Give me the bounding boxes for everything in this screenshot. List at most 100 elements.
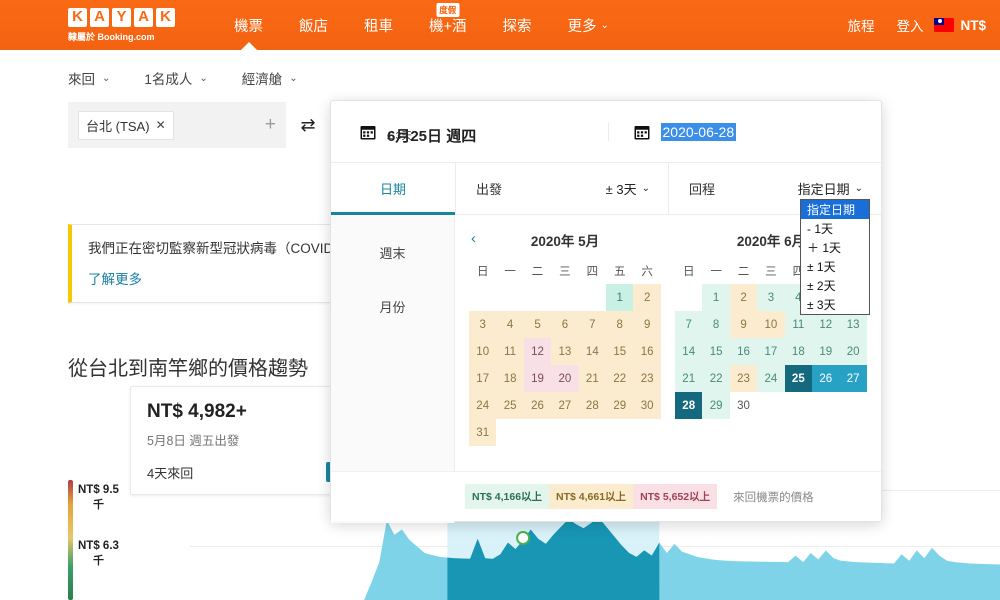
swap-button[interactable]: ⇄	[286, 102, 330, 148]
fuzzy-option-pm1[interactable]: ± 1天	[801, 257, 869, 276]
calendar-day-23[interactable]: 23	[633, 365, 661, 392]
calendar-day-11[interactable]: 11	[496, 338, 524, 365]
trip-type-selector[interactable]: 來回 ⌄	[68, 68, 110, 88]
calendar-day-20[interactable]: 20	[551, 365, 579, 392]
calendar-day-9[interactable]: 9	[633, 311, 661, 338]
calendar-day-29[interactable]: 29	[702, 392, 730, 419]
calendar-day-8[interactable]: 8	[606, 311, 634, 338]
calendar-day-10[interactable]: 10	[469, 338, 497, 365]
weekday-label: 三	[765, 266, 777, 278]
calendar-day-5[interactable]: 5	[523, 311, 552, 338]
calendar-day-13[interactable]: 13	[839, 311, 867, 338]
calendar-day-15[interactable]: 15	[606, 338, 634, 365]
depart-date-cell[interactable]: ± 3天 6月25日 週四	[331, 118, 608, 146]
fuzzy-option-minus1[interactable]: - 1天	[801, 219, 869, 238]
calendar-day-3[interactable]: 3	[469, 311, 497, 338]
travelers-selector[interactable]: 1名成人 ⌄	[144, 68, 207, 88]
calendar-day-26[interactable]: 26	[523, 392, 552, 419]
calendar-day-7[interactable]: 7	[578, 311, 607, 338]
calendar-day-16[interactable]: 16	[633, 338, 661, 365]
calendar-day-3[interactable]: 3	[757, 284, 785, 311]
cabin-class-selector[interactable]: 經濟艙 ⌄	[242, 68, 298, 88]
calendar-day-15[interactable]: 15	[702, 338, 730, 365]
calendar-day-29[interactable]: 29	[606, 392, 634, 419]
return-fuzzy-dropdown[interactable]: 指定日期 - 1天 ＋ 1天 ± 1天 ± 2天 ± 3天	[800, 199, 870, 315]
signin-link[interactable]: 登入	[896, 15, 923, 35]
calendar-day-24[interactable]: 24	[469, 392, 497, 419]
calendar-day-21[interactable]: 21	[675, 365, 703, 392]
calendar-day-22[interactable]: 22	[702, 365, 730, 392]
calendar-day-30[interactable]: 30	[633, 392, 661, 419]
origin-field[interactable]: 台北 (TSA) ✕ +	[68, 102, 286, 148]
add-origin-button[interactable]: +	[265, 114, 276, 136]
calendar-day-1[interactable]: 1	[702, 284, 730, 311]
calendar-day-26[interactable]: 26	[812, 365, 840, 392]
fuzzy-option-exact[interactable]: 指定日期	[801, 200, 869, 219]
calendar-day-10[interactable]: 10	[757, 311, 785, 338]
kayak-logo[interactable]: K A Y A K 隸屬於 Booking.com	[68, 7, 186, 43]
sidebar-item-weekend[interactable]: 週末	[331, 225, 454, 279]
calendar-day-20[interactable]: 20	[839, 338, 867, 365]
nav-item-hotels[interactable]: 飯店	[299, 0, 328, 50]
calendar-day-4[interactable]: 4	[496, 311, 524, 338]
calendar-day-12[interactable]: 12	[523, 338, 552, 365]
origin-chip[interactable]: 台北 (TSA) ✕	[78, 110, 174, 140]
fuzzy-option-pm3[interactable]: ± 3天	[801, 295, 869, 314]
close-icon[interactable]: ✕	[156, 118, 166, 132]
calendar-day-2[interactable]: 2	[729, 284, 758, 311]
calendar-day-2[interactable]: 2	[633, 284, 661, 311]
trips-link[interactable]: 旅程	[847, 15, 874, 35]
calendar-day-6[interactable]: 6	[551, 311, 579, 338]
calendar-day-24[interactable]: 24	[757, 365, 785, 392]
sidebar-item-month[interactable]: 月份	[331, 279, 454, 333]
return-date-input[interactable]: 2020-06-28	[660, 123, 737, 141]
calendar-day-17[interactable]: 17	[469, 365, 497, 392]
calendar-day-21[interactable]: 21	[578, 365, 607, 392]
tab-dates[interactable]: 日期	[331, 163, 455, 215]
prev-month-button[interactable]: ‹	[471, 230, 476, 247]
fuzzy-option-plus1[interactable]: ＋ 1天	[801, 238, 869, 257]
calendar-day-7[interactable]: 7	[675, 311, 703, 338]
calendar-day-22[interactable]: 22	[606, 365, 634, 392]
calendar-day-31[interactable]: 31	[469, 419, 497, 446]
calendar-day-14[interactable]: 14	[578, 338, 607, 365]
nav-item-cars[interactable]: 租車	[364, 0, 393, 50]
calendar-day-12[interactable]: 12	[812, 311, 840, 338]
calendar-day-27[interactable]: 27	[839, 365, 867, 392]
calendar-day-30[interactable]: 30	[729, 392, 758, 419]
currency-selector[interactable]: NT$	[934, 18, 986, 33]
calendar-day-13[interactable]: 13	[551, 338, 579, 365]
weekday-label: 日	[476, 266, 489, 278]
nav-item-explore[interactable]: 探索	[502, 0, 531, 50]
calendar-day-28[interactable]: 28	[578, 392, 607, 419]
calendar-day-27[interactable]: 27	[551, 392, 579, 419]
calendar-day-8[interactable]: 8	[702, 311, 730, 338]
return-fuzzy-selector[interactable]: 指定日期 ⌄	[798, 179, 863, 198]
covid-learn-more-link[interactable]: 了解更多	[88, 268, 142, 288]
calendar-day-18[interactable]: 18	[784, 338, 813, 365]
nav-item-flights[interactable]: 機票	[234, 0, 263, 50]
chart-selected-point-marker[interactable]	[516, 530, 531, 545]
calendar-day-25[interactable]: 25	[496, 392, 524, 419]
travelers-label: 1名成人	[144, 72, 193, 87]
return-date-cell[interactable]: 2020-06-28	[607, 122, 882, 141]
calendar-day-25[interactable]: 25	[784, 365, 813, 392]
calendar-day-1[interactable]: 1	[606, 284, 634, 311]
trend-duration-label: 4天來回	[147, 465, 194, 481]
depart-fuzzy-selector[interactable]: ± 3天 ⌄	[606, 179, 650, 198]
nav-item-more[interactable]: 更多 ⌄	[567, 0, 608, 50]
nav-item-packages[interactable]: 度假 機+酒	[429, 0, 466, 50]
chevron-down-icon: ⌄	[102, 72, 111, 84]
calendar-day-14[interactable]: 14	[675, 338, 703, 365]
calendar-day-19[interactable]: 19	[812, 338, 840, 365]
calendar-day-19[interactable]: 19	[523, 365, 552, 392]
calendar-day-23[interactable]: 23	[729, 365, 758, 392]
fuzzy-option-pm2[interactable]: ± 2天	[801, 276, 869, 295]
page-title: 從台北到南竿鄉的價格趨勢	[68, 358, 308, 380]
calendar-day-11[interactable]: 11	[784, 311, 813, 338]
calendar-day-17[interactable]: 17	[757, 338, 785, 365]
calendar-day-28[interactable]: 28	[675, 392, 703, 419]
calendar-day-9[interactable]: 9	[729, 311, 758, 338]
calendar-day-16[interactable]: 16	[729, 338, 758, 365]
calendar-day-18[interactable]: 18	[496, 365, 524, 392]
